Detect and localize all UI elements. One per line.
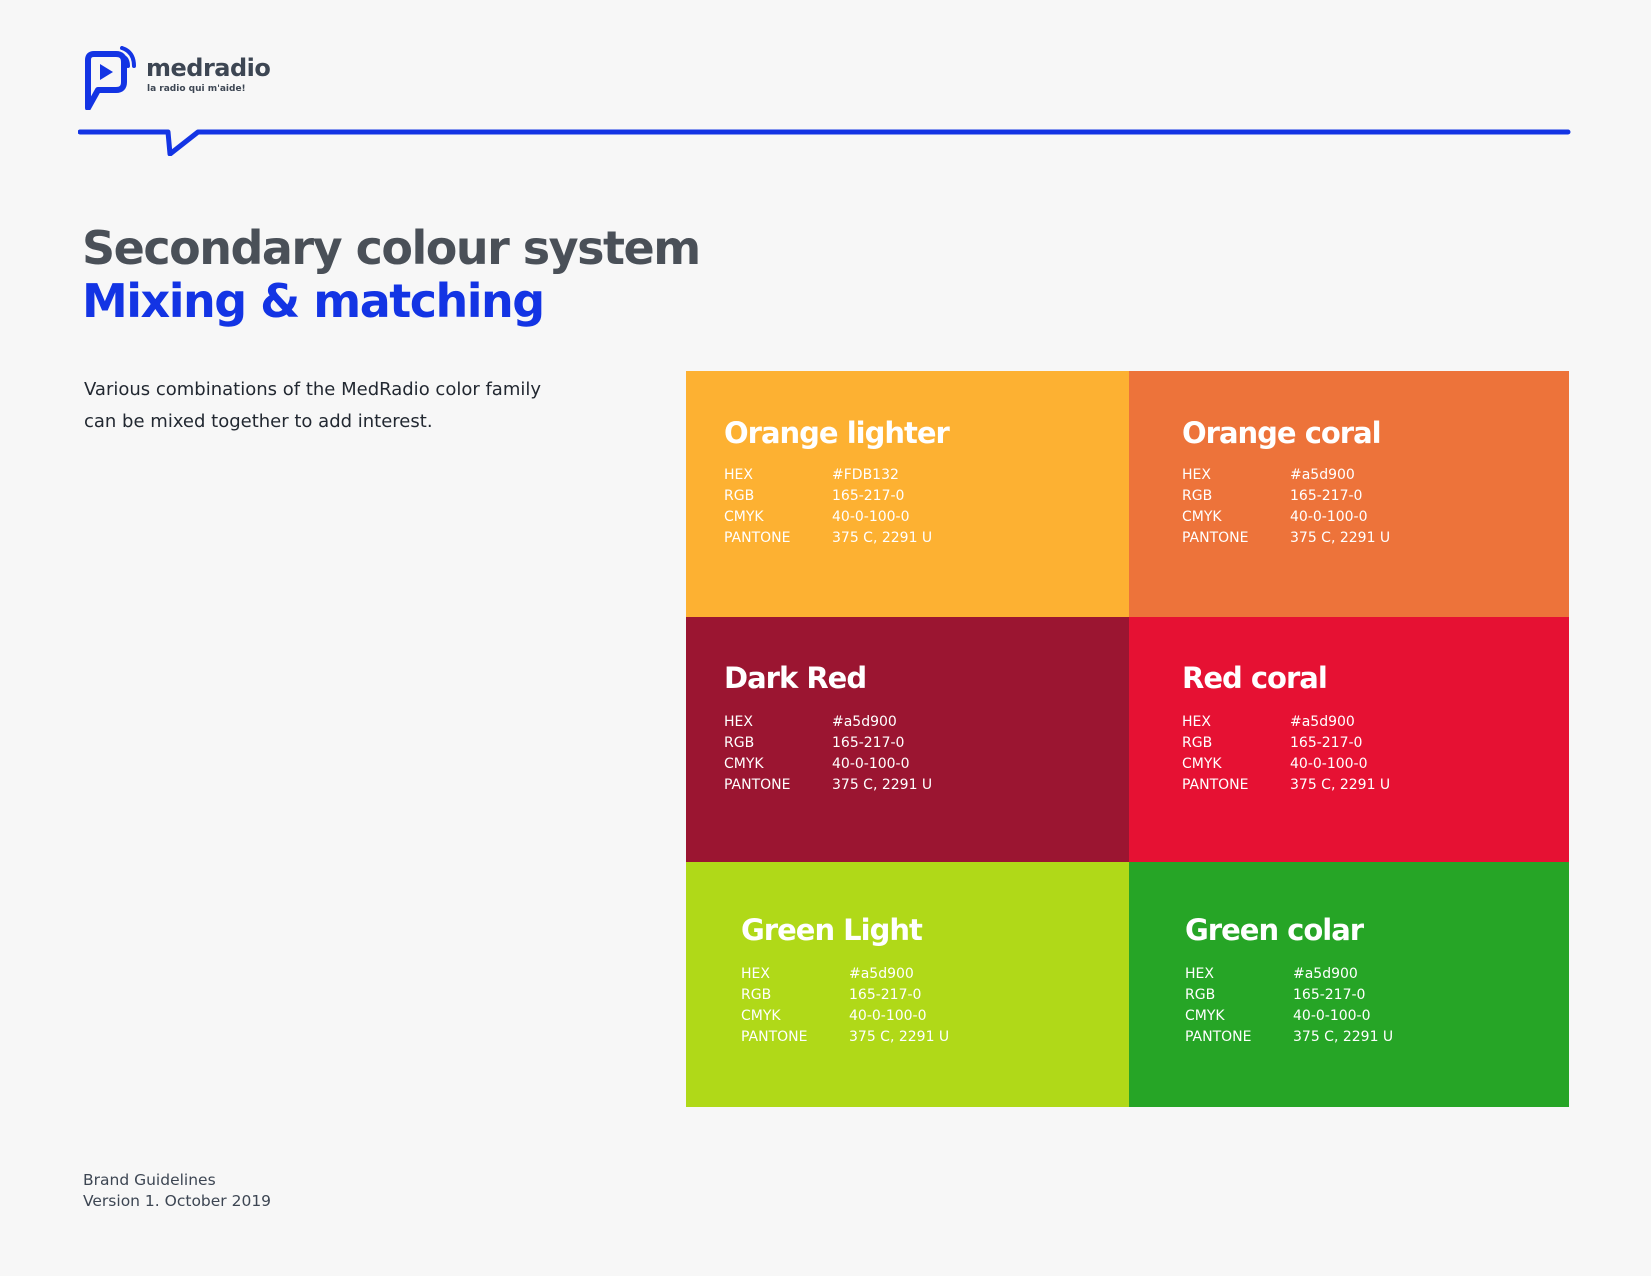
rgb-value: 165-217-0: [832, 735, 905, 751]
cmyk-label: CMYK: [741, 1008, 781, 1024]
cmyk-value: 40-0-100-0: [849, 1008, 927, 1024]
pantone-value: 375 C, 2291 U: [832, 777, 933, 793]
cmyk-label: CMYK: [1185, 1008, 1225, 1024]
pantone-label: PANTONE: [1185, 1029, 1252, 1045]
hex-value: #a5d900: [1293, 966, 1358, 982]
swatch-specs: HEX #a5d900 RGB 165-217-0 CMYK 40-0-100-0 P…: [1185, 964, 1393, 1048]
cmyk-label: CMYK: [724, 756, 764, 772]
hex-label: HEX: [724, 714, 753, 730]
hex-value: #a5d900: [849, 966, 914, 982]
pantone-label: PANTONE: [724, 777, 791, 793]
page-subtitle: Mixing & matching: [82, 274, 545, 328]
hex-value: #a5d900: [1290, 714, 1355, 730]
swatch-grid: Orange lighter HEX #FDB132 RGB 165-217-0 C…: [686, 371, 1569, 1107]
swatch-dark-red: Dark Red HEX #a5d900 RGB 165-217-0 CMYK 40-…: [686, 617, 1129, 862]
hex-label: HEX: [741, 966, 770, 982]
pantone-value: 375 C, 2291 U: [1290, 777, 1391, 793]
rgb-label: RGB: [1182, 488, 1213, 504]
hex-label: HEX: [1185, 966, 1214, 982]
swatch-orange-lighter: Orange lighter HEX #FDB132 RGB 165-217-0 C…: [686, 371, 1129, 617]
swatch-specs: HEX #a5d900 RGB 165-217-0 CMYK 40-0-100-0 P…: [741, 964, 949, 1048]
page-title: Secondary colour system: [82, 221, 701, 275]
swatch-green-light: Green Light HEX #a5d900 RGB 165-217-0 CMYK…: [686, 862, 1129, 1107]
brand-tagline: la radio qui m'aide!: [147, 84, 246, 94]
rgb-value: 165-217-0: [1293, 987, 1366, 1003]
rgb-value: 165-217-0: [849, 987, 922, 1003]
pantone-value: 375 C, 2291 U: [832, 530, 933, 546]
cmyk-label: CMYK: [1182, 509, 1222, 525]
cmyk-value: 40-0-100-0: [1290, 509, 1368, 525]
swatch-name: Dark Red: [724, 661, 867, 695]
rgb-label: RGB: [1182, 735, 1213, 751]
swatch-name: Green colar: [1185, 913, 1364, 947]
hex-value: #a5d900: [1290, 467, 1355, 483]
swatch-specs: HEX #FDB132 RGB 165-217-0 CMYK 40-0-100-0 P…: [724, 465, 932, 549]
cmyk-value: 40-0-100-0: [832, 509, 910, 525]
footer: Brand Guidelines Version 1. October 2019: [83, 1170, 271, 1212]
hex-value: #FDB132: [832, 467, 899, 483]
swatch-specs: HEX #a5d900 RGB 165-217-0 CMYK 40-0-100-0 P…: [1182, 712, 1390, 796]
cmyk-value: 40-0-100-0: [1293, 1008, 1371, 1024]
rgb-label: RGB: [724, 735, 755, 751]
hex-label: HEX: [724, 467, 753, 483]
cmyk-label: CMYK: [724, 509, 764, 525]
pantone-label: PANTONE: [724, 530, 791, 546]
swatch-name: Red coral: [1182, 661, 1328, 695]
hex-value: #a5d900: [832, 714, 897, 730]
swatch-red-coral: Red coral HEX #a5d900 RGB 165-217-0 CMYK 40…: [1129, 617, 1569, 862]
cmyk-value: 40-0-100-0: [1290, 756, 1368, 772]
footer-version: Version 1. October 2019: [83, 1192, 272, 1210]
footer-title: Brand Guidelines: [83, 1171, 216, 1189]
play-speech-bubble-icon: [85, 46, 136, 110]
swatch-name: Orange coral: [1182, 416, 1382, 450]
pantone-value: 375 C, 2291 U: [1293, 1029, 1394, 1045]
rgb-value: 165-217-0: [1290, 735, 1363, 751]
swatch-name: Green Light: [741, 913, 923, 947]
header-divider: [78, 129, 1571, 156]
brand-logo: medradio la radio qui m'aide!: [82, 46, 302, 112]
swatch-name: Orange lighter: [724, 416, 950, 450]
rgb-label: RGB: [741, 987, 772, 1003]
brand-name: medradio: [146, 54, 271, 82]
rgb-label: RGB: [724, 488, 755, 504]
rgb-label: RGB: [1185, 987, 1216, 1003]
hex-label: HEX: [1182, 714, 1211, 730]
page-description: Various combinations of the MedRadio col…: [84, 379, 542, 432]
pantone-label: PANTONE: [741, 1029, 808, 1045]
swatch-orange-coral: Orange coral HEX #a5d900 RGB 165-217-0 CMY…: [1129, 371, 1569, 617]
swatch-specs: HEX #a5d900 RGB 165-217-0 CMYK 40-0-100-0 P…: [1182, 465, 1390, 549]
swatch-green-colar: Green colar HEX #a5d900 RGB 165-217-0 CMYK…: [1129, 862, 1569, 1107]
rgb-value: 165-217-0: [832, 488, 905, 504]
cmyk-label: CMYK: [1182, 756, 1222, 772]
pantone-value: 375 C, 2291 U: [1290, 530, 1391, 546]
swatch-specs: HEX #a5d900 RGB 165-217-0 CMYK 40-0-100-0 P…: [724, 712, 932, 796]
cmyk-value: 40-0-100-0: [832, 756, 910, 772]
rgb-value: 165-217-0: [1290, 488, 1363, 504]
pantone-label: PANTONE: [1182, 777, 1249, 793]
hex-label: HEX: [1182, 467, 1211, 483]
pantone-label: PANTONE: [1182, 530, 1249, 546]
pantone-value: 375 C, 2291 U: [849, 1029, 950, 1045]
